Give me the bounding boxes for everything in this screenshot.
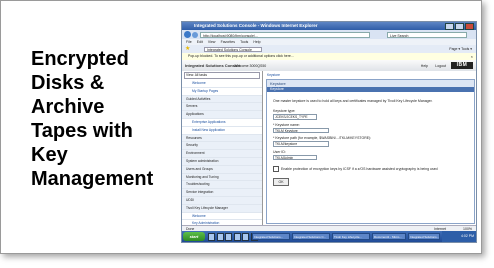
close-icon[interactable]: ×: [471, 54, 473, 59]
keystore-name-field[interactable]: TKLM Keystore: [273, 127, 329, 133]
view-select[interactable]: View: All tasks: [184, 72, 260, 79]
console-name: Integrated Solutions Console: [185, 63, 241, 68]
taskbar-task[interactable]: Integrated Solutions C...: [292, 233, 330, 240]
address-input[interactable]: http://localhost:9080/ibm/console/...: [200, 31, 370, 38]
quick-launch-icon[interactable]: [225, 233, 232, 241]
main-content: Keystore Keystore Keystore One master ke…: [263, 71, 476, 225]
sidebar-item[interactable]: Enterprise Applications: [182, 119, 262, 127]
sidebar-item[interactable]: Environment: [182, 150, 262, 158]
toolbar-tools[interactable]: Page ▾ Tools ▾: [449, 47, 472, 52]
sidebar-item[interactable]: Welcome: [182, 213, 262, 221]
sidebar-item[interactable]: Tivoli Key Lifecycle Manager: [182, 204, 262, 213]
sidebar-item[interactable]: Install New Application: [182, 127, 262, 135]
keystore-type-select[interactable]: JCEKS/JCEKS_TYPE: [273, 114, 317, 120]
keystore-path-label: * Keystore path (for example, $WASBIN/..…: [273, 136, 372, 140]
sidebar-item[interactable]: Guided Activities: [182, 95, 262, 104]
close-button[interactable]: [465, 23, 474, 30]
help-link[interactable]: Help: [421, 64, 428, 69]
slide-title-line: Key: [31, 144, 68, 166]
keystore-form: One master keystore is used to hold all …: [273, 96, 471, 186]
quick-launch-icon[interactable]: [216, 233, 224, 241]
slide-title-line: Management: [31, 168, 154, 190]
slide-title-line: Archive: [31, 96, 105, 118]
sidebar-item[interactable]: Welcome: [182, 80, 262, 88]
taskbar-task[interactable]: Tivoli Key Lifecycle...: [332, 233, 370, 240]
slide-frame: Encrypted Disks & Archive Tapes with Key…: [0, 0, 482, 254]
slide-title: Encrypted Disks & Archive Tapes with Key…: [31, 47, 191, 191]
quick-launch: [208, 233, 258, 241]
ibm-logo: IBM: [451, 62, 473, 69]
hardware-protection-label: Enable protection of encryption keys by …: [281, 166, 438, 171]
start-button[interactable]: start: [183, 232, 205, 241]
slide-title-line: Disks &: [31, 72, 105, 94]
sidebar-item[interactable]: Monitoring and Tuning: [182, 173, 262, 182]
window-title: Integrated Solutions Console - Windows I…: [194, 23, 318, 28]
taskbar-task[interactable]: Integrated Solutions...: [252, 233, 290, 240]
clock: 4:02 PM: [460, 234, 474, 238]
sidebar-item[interactable]: Resources: [182, 134, 262, 143]
user-id-field[interactable]: TKLMAdmin: [273, 154, 317, 160]
slide-title-line: Encrypted: [31, 48, 129, 70]
window-titlebar: Integrated Solutions Console - Windows I…: [182, 22, 476, 30]
search-input[interactable]: Live Search: [387, 31, 467, 38]
section-title: Keystore: [267, 87, 474, 92]
keystore-panel: Keystore Keystore One master keystore is…: [266, 79, 475, 224]
ok-button[interactable]: OK: [273, 178, 289, 186]
back-button[interactable]: [184, 31, 191, 38]
quick-launch-icon[interactable]: [208, 233, 215, 241]
sidebar-item[interactable]: My Startup Pages: [182, 88, 262, 96]
maximize-button[interactable]: [455, 23, 464, 30]
slide-title-line: Tapes with: [31, 120, 133, 142]
form-description: One master keystore is used to hold all …: [273, 99, 433, 103]
quick-launch-icon[interactable]: [242, 233, 249, 241]
system-tray: 4:02 PM: [442, 231, 476, 242]
welcome-text: Welcome 3000QS50: [234, 63, 267, 68]
sidebar-item[interactable]: System administration: [182, 157, 262, 166]
sidebar-item[interactable]: Applications: [182, 111, 262, 119]
information-bar-text: Pop-up blocked. To see this pop-up or ad…: [188, 54, 294, 58]
navigation-sidebar: View: All tasks Welcome My Startup Pages…: [182, 71, 263, 225]
sidebar-item[interactable]: Users and Groups: [182, 165, 262, 174]
quick-launch-icon[interactable]: [233, 233, 241, 241]
browser-screenshot: Integrated Solutions Console - Windows I…: [181, 21, 477, 243]
sidebar-item[interactable]: UDDI: [182, 196, 262, 205]
address-bar: http://localhost:9080/ibm/console/... Li…: [182, 30, 476, 39]
keystore-path-field[interactable]: TKLM/keystore: [273, 141, 329, 147]
forward-button[interactable]: [192, 31, 198, 38]
hardware-protection-option[interactable]: Enable protection of encryption keys by …: [273, 166, 471, 172]
hardware-protection-checkbox[interactable]: [273, 166, 279, 172]
sidebar-item[interactable]: Servers: [182, 103, 262, 112]
taskbar-task[interactable]: Document1 - Micro...: [372, 233, 406, 240]
favorites-star-icon[interactable]: ★: [185, 46, 190, 52]
sidebar-item[interactable]: Service integration: [182, 189, 262, 197]
panel-title: Keystore: [267, 80, 474, 87]
minimize-button[interactable]: [445, 23, 454, 30]
browser-tab[interactable]: Integrated Solutions Console: [204, 46, 262, 52]
windows-taskbar: start Integrated Solutions... Integrated…: [182, 231, 476, 242]
breadcrumb: Keystore: [267, 73, 281, 77]
sidebar-item[interactable]: Troubleshooting: [182, 181, 262, 190]
taskbar-task[interactable]: Integrated Solutions...: [408, 233, 440, 240]
window-controls: [445, 23, 474, 30]
sidebar-item[interactable]: Security: [182, 142, 262, 151]
logout-link[interactable]: Logout: [435, 64, 446, 69]
